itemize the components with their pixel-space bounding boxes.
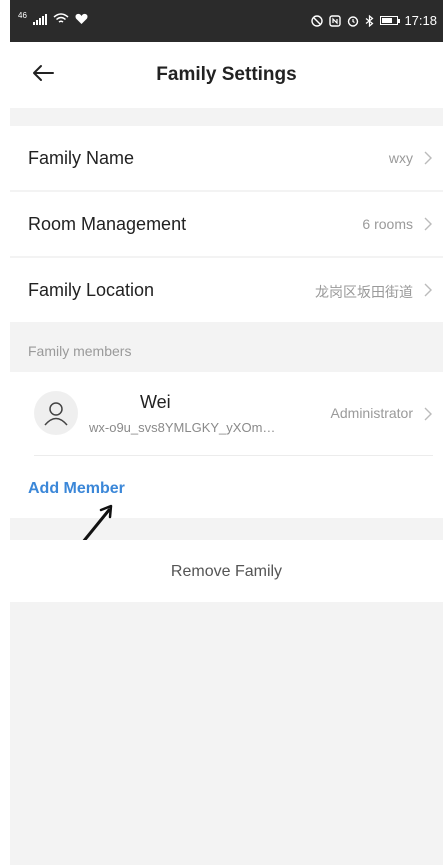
page-title: Family Settings (156, 64, 297, 85)
member-row[interactable]: Wei wx-o9u_svs8YMLGKY_yXOm… Administrato… (10, 372, 443, 456)
status-time: 17:18 (404, 13, 437, 28)
chevron-right-icon (424, 407, 432, 421)
remove-family-button[interactable]: Remove Family (10, 540, 443, 602)
heart-icon (75, 13, 88, 24)
battery-icon (380, 16, 401, 25)
signal-icon (32, 13, 47, 25)
family-location-label: Family Location (28, 280, 155, 300)
avatar (34, 391, 78, 435)
family-name-value: wxy (388, 150, 413, 166)
family-location-row[interactable]: Family Location 龙岗区坂田街道 (10, 258, 443, 322)
header-bar: Family Settings (10, 42, 443, 108)
family-name-label: Family Name (28, 148, 135, 168)
network-type-label: 46 (18, 10, 27, 20)
chevron-right-icon (424, 283, 432, 297)
chevron-right-icon (424, 217, 432, 231)
nfc-icon (329, 14, 342, 27)
remove-family-label: Remove Family (170, 563, 283, 580)
family-location-value: 龙岗区坂田街道 (315, 284, 413, 300)
family-members-section-label: Family members (28, 343, 132, 359)
member-id: wx-o9u_svs8YMLGKY_yXOm… (89, 420, 276, 435)
room-management-row[interactable]: Room Management 6 rooms (10, 192, 443, 256)
status-bar: 46 17:18 (10, 0, 443, 42)
alarm-icon (348, 15, 359, 27)
room-management-label: Room Management (28, 214, 187, 234)
bluetooth-icon (366, 14, 374, 27)
member-name: Wei (140, 392, 171, 412)
family-name-row[interactable]: Family Name wxy (10, 126, 443, 190)
do-not-disturb-icon (311, 14, 324, 27)
wifi-icon (53, 13, 69, 23)
add-member-label: Add Member (28, 480, 125, 497)
member-role: Administrator (330, 405, 413, 421)
user-icon (44, 402, 68, 426)
phone-screen: 46 17:18 Family Settings Family Name wxy… (10, 0, 443, 865)
room-management-value: 6 rooms (362, 216, 413, 232)
chevron-right-icon (424, 151, 432, 165)
